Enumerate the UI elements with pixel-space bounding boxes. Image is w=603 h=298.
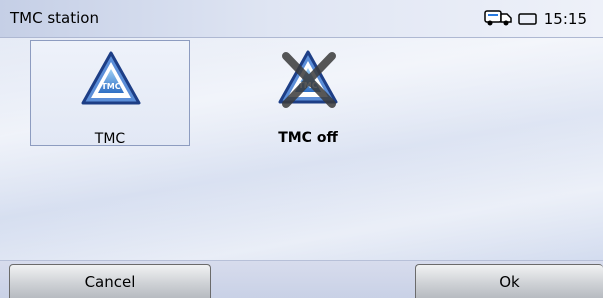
cancel-button[interactable]: Cancel xyxy=(9,264,211,298)
tmc-off-label: TMC off xyxy=(278,130,338,146)
battery-icon xyxy=(518,10,538,29)
options-area: TMC TMC TMC off xyxy=(0,38,603,260)
truck-icon xyxy=(484,7,514,31)
ok-button[interactable]: Ok xyxy=(415,264,603,298)
status-area: 15:15 xyxy=(484,8,587,30)
tmc-traffic-icon: TMC xyxy=(79,49,143,109)
tmc-off-icon: TMC xyxy=(276,48,340,108)
window-title: TMC station xyxy=(10,9,99,27)
tmc-on-label: TMC xyxy=(94,131,126,147)
tmc-off-option[interactable]: TMC TMC off xyxy=(228,40,388,146)
svg-text:TMC: TMC xyxy=(101,82,120,91)
clock: 15:15 xyxy=(543,10,587,28)
button-bar: Cancel Ok xyxy=(0,260,603,298)
tmc-on-option[interactable]: TMC TMC xyxy=(30,40,190,147)
title-bar: TMC station 15:15 xyxy=(0,0,603,38)
